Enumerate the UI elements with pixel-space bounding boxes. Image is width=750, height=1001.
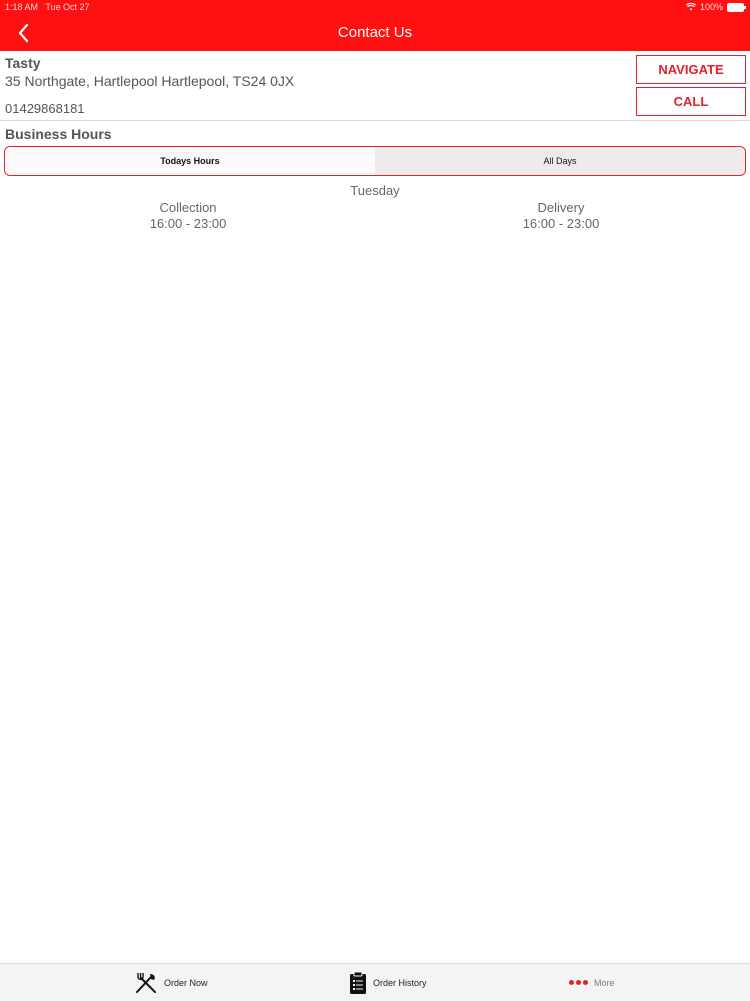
store-phone: 01429868181: [5, 101, 85, 116]
navigate-button[interactable]: NAVIGATE: [636, 55, 746, 84]
tab-more-label: More: [594, 977, 615, 988]
tab-order-history-label: Order History: [373, 977, 427, 988]
clipboard-icon: [350, 971, 366, 994]
top-header: 1:18 AM Tue Oct 27 100% Contact Us: [0, 0, 750, 51]
status-time: 1:18 AM: [5, 2, 39, 12]
status-bar-left: 1:18 AM Tue Oct 27: [5, 2, 90, 12]
collection-label: Collection: [159, 200, 217, 215]
tab-more[interactable]: More: [569, 964, 615, 1001]
collection-time: 16:00 - 23:00: [149, 216, 227, 231]
delivery-label: Delivery: [537, 200, 585, 215]
collection-hours: Collection 16:00 - 23:00: [78, 200, 298, 232]
store-name: Tasty: [5, 55, 41, 71]
page-title: Contact Us: [337, 24, 413, 41]
status-date: Tue Oct 27: [45, 2, 90, 12]
tab-order-now[interactable]: Order Now: [134, 964, 208, 1001]
day-label: Tuesday: [350, 183, 400, 198]
fork-knife-icon: [136, 972, 156, 993]
business-hours-title: Business Hours: [5, 126, 112, 142]
delivery-time: 16:00 - 23:00: [522, 216, 600, 231]
battery-percent: 100%: [699, 2, 723, 12]
call-button[interactable]: CALL: [636, 87, 746, 116]
tab-order-now-label: Order Now: [164, 977, 208, 988]
tab-todays-hours[interactable]: Todays Hours: [5, 147, 375, 175]
battery-icon: [727, 2, 746, 12]
more-dots-icon: [569, 980, 588, 985]
tab-order-history[interactable]: Order History: [349, 964, 427, 1001]
bottom-tab-bar: Order Now Order History More: [0, 963, 750, 1001]
delivery-hours: Delivery 16:00 - 23:00: [451, 200, 671, 232]
hours-segmented-control: Todays Hours All Days: [4, 146, 746, 176]
wifi-icon: [685, 3, 696, 11]
store-address: 35 Northgate, Hartlepool Hartlepool, TS2…: [5, 73, 295, 89]
tab-all-days[interactable]: All Days: [375, 147, 745, 175]
status-bar-right: 100%: [685, 2, 746, 12]
